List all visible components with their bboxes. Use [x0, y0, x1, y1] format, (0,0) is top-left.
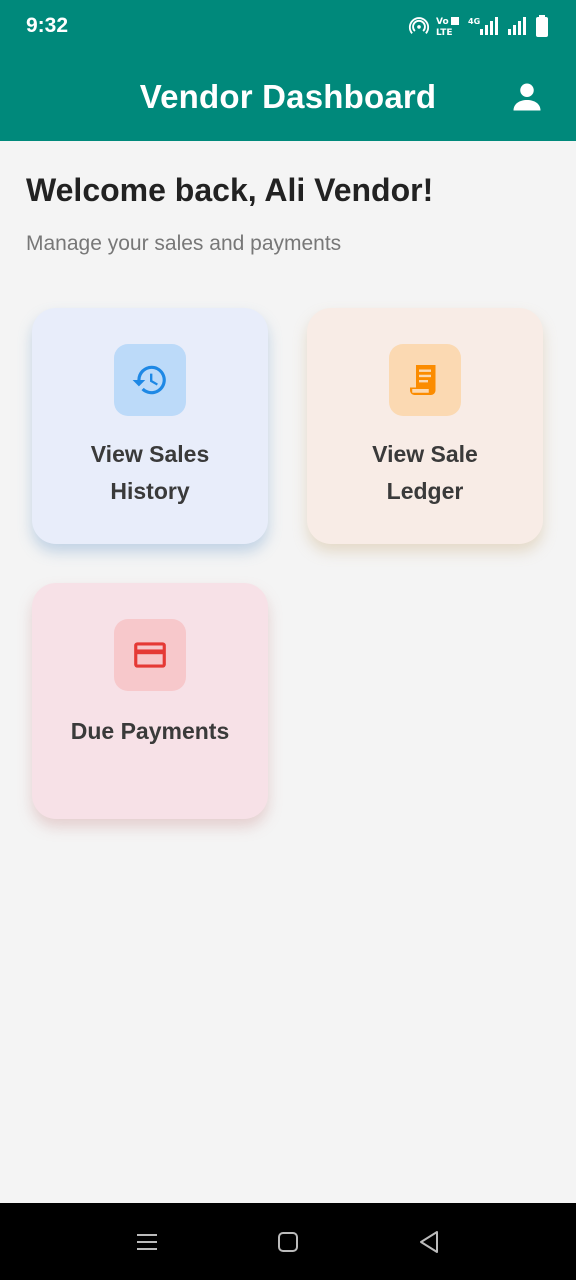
home-square-icon: [277, 1231, 298, 1252]
page-title: Vendor Dashboard: [139, 77, 437, 115]
back-triangle-icon: [420, 1230, 439, 1253]
svg-text:LTE: LTE: [436, 28, 453, 37]
system-nav-bar: [0, 1203, 576, 1280]
view-sale-ledger-card[interactable]: View Sale Ledger: [307, 308, 543, 544]
status-icons: Vo LTE 4G: [408, 14, 550, 38]
credit-card-icon: [134, 642, 166, 668]
volte-icon: Vo LTE: [436, 17, 459, 37]
signal-icon: [508, 17, 526, 35]
svg-text:Vo: Vo: [436, 17, 449, 27]
status-bar: 9:32 Vo LTE 4G: [0, 0, 576, 52]
back-button[interactable]: [409, 1222, 449, 1262]
person-icon: [513, 83, 541, 111]
menu-icon: [136, 1233, 157, 1250]
home-button[interactable]: [268, 1222, 308, 1262]
history-icon-box: [114, 344, 186, 416]
svg-text:4G: 4G: [468, 17, 480, 26]
recent-apps-button[interactable]: [127, 1222, 167, 1262]
battery-icon: [536, 15, 548, 37]
receipt-icon-box: [389, 344, 461, 416]
hotspot-icon: [408, 17, 430, 34]
card-label: Due Payments: [70, 718, 230, 744]
view-sales-history-card[interactable]: View Sales History: [32, 308, 268, 544]
profile-button[interactable]: [506, 76, 548, 118]
card-label: View Sale Ledger: [372, 441, 478, 504]
welcome-heading: Welcome back, Ali Vendor!: [26, 172, 434, 208]
welcome-subtitle: Manage your sales and payments: [26, 232, 342, 255]
signal-4g-icon: 4G: [468, 17, 498, 35]
receipt-icon: [410, 365, 436, 395]
dashboard-content: Welcome back, Ali Vendor! Manage your sa…: [0, 141, 576, 1203]
history-icon: [132, 365, 166, 395]
credit-card-icon-box: [114, 619, 186, 691]
card-label: View Sales History: [90, 441, 210, 504]
status-time: 9:32: [26, 14, 69, 37]
app-bar: Vendor Dashboard: [0, 52, 576, 141]
due-payments-card[interactable]: Due Payments: [32, 583, 268, 819]
